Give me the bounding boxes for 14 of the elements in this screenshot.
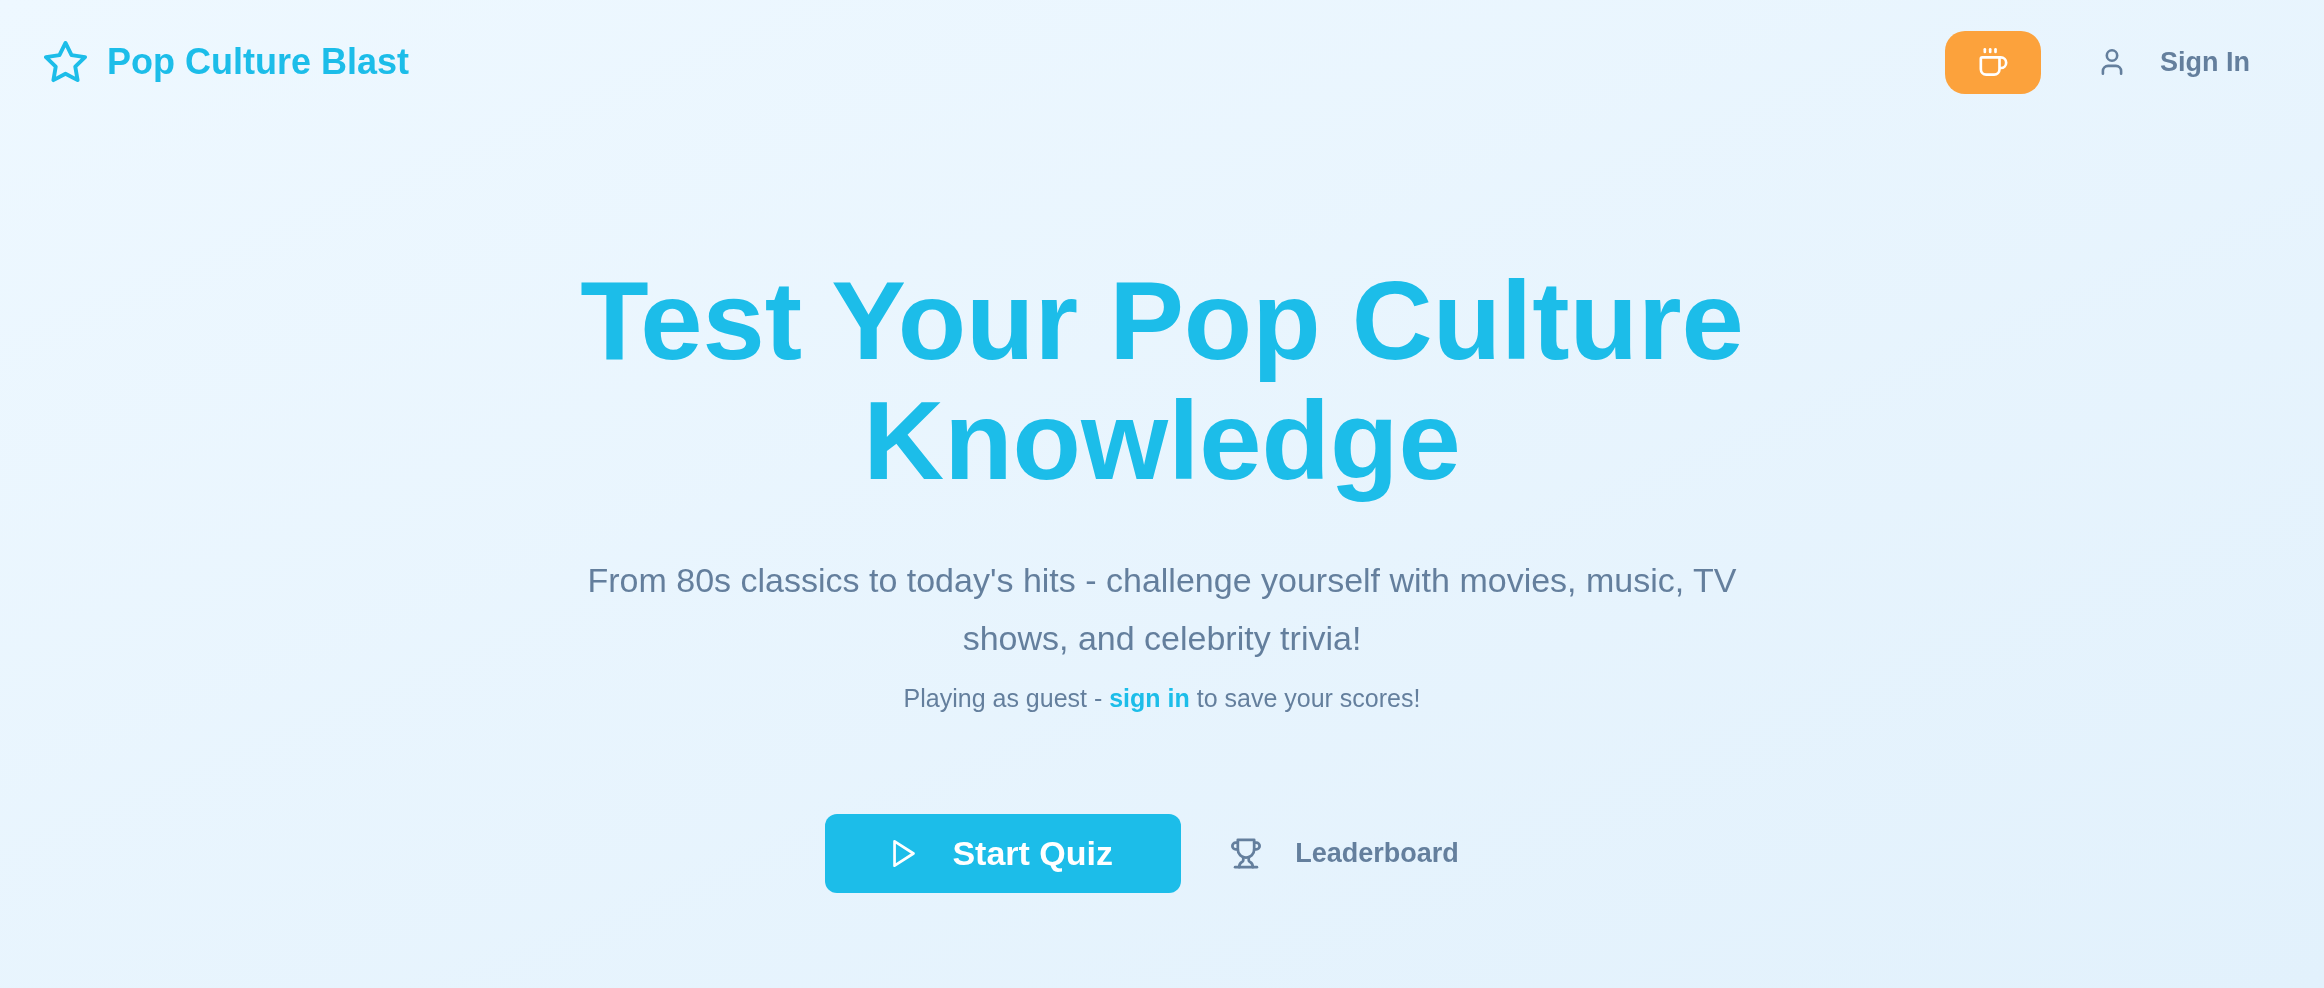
- start-quiz-button[interactable]: Start Quiz: [825, 814, 1182, 893]
- star-icon: [44, 40, 87, 84]
- sign-in-button[interactable]: Sign In: [2081, 29, 2270, 95]
- coffee-cup-icon: [1978, 48, 2008, 76]
- leaderboard-button[interactable]: Leaderboard: [1211, 814, 1479, 893]
- brand-name[interactable]: Pop Culture Blast: [107, 44, 410, 80]
- sign-in-link[interactable]: sign in: [1109, 684, 1190, 712]
- user-icon: [2101, 49, 2123, 75]
- coffee-button[interactable]: [1945, 30, 2041, 94]
- play-icon: [893, 840, 916, 867]
- hero-subtitle: From 80s classics to today's hits - challenge yourself with movies, music, TV shows, and celebrity trivia!: [586, 560, 1738, 659]
- guest-note: Playing as guest - sign in to save your scores!: [903, 683, 1421, 714]
- trophy-icon: [1231, 838, 1262, 869]
- hero-title: Test Your Pop Culture Knowledge: [579, 261, 1745, 501]
